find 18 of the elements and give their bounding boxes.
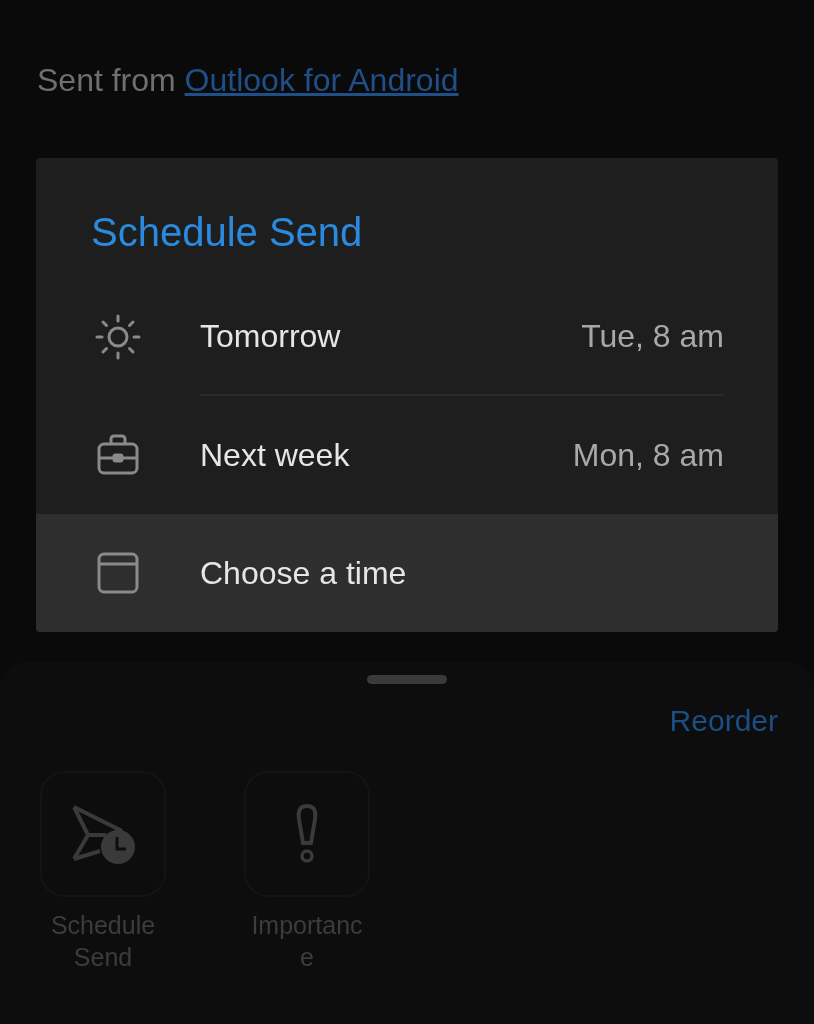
schedule-option[interactable]: Choose a time bbox=[36, 514, 778, 632]
dialog-title: Schedule Send bbox=[90, 209, 364, 256]
briefcase-icon bbox=[97, 434, 139, 476]
send-clock-icon bbox=[70, 803, 136, 865]
action-tile[interactable] bbox=[40, 771, 166, 897]
action-tile[interactable] bbox=[244, 771, 370, 897]
sun-icon bbox=[95, 314, 141, 360]
schedule-option[interactable]: Next week Mon, 8 am bbox=[36, 396, 778, 514]
option-time: Tue, 8 am bbox=[581, 317, 724, 355]
signature-text: Sent from Outlook for Android bbox=[37, 61, 460, 100]
drag-handle[interactable] bbox=[367, 675, 447, 684]
exclamation-icon bbox=[294, 803, 320, 865]
option-label: Tomorrow bbox=[200, 317, 341, 355]
option-label: Choose a time bbox=[200, 554, 407, 592]
option-time: Mon, 8 am bbox=[572, 436, 724, 474]
schedule-option[interactable]: Tomorrow Tue, 8 am bbox=[36, 278, 778, 396]
option-label: Next week bbox=[200, 436, 350, 474]
calendar-icon bbox=[97, 552, 139, 594]
